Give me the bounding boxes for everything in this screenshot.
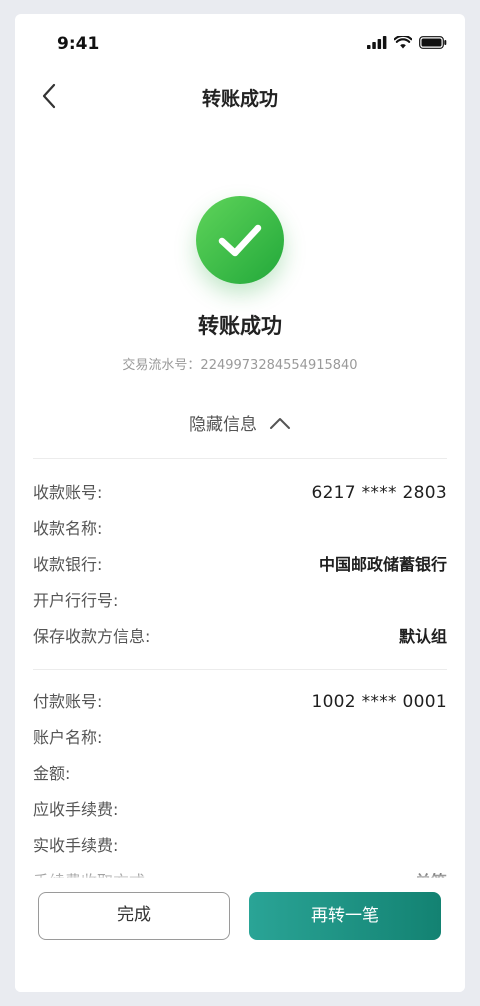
detail-row-fee-receivable: 应收手续费:	[33, 799, 447, 835]
divider	[33, 669, 447, 670]
transaction-number-row: 交易流水号：2249973284554915840	[15, 354, 465, 373]
transfer-again-button[interactable]: 再转一笔	[249, 892, 441, 940]
detail-key: 账户名称:	[33, 728, 103, 747]
nav-bar: 转账成功	[15, 74, 465, 118]
detail-value: 1002 **** 0001	[311, 692, 447, 712]
status-icons	[367, 36, 447, 49]
detail-row-amount: 金额:	[33, 763, 447, 799]
status-time: 9:41	[57, 34, 100, 54]
status-bar: 9:41	[15, 14, 465, 74]
detail-row-account-name: 账户名称:	[33, 727, 447, 763]
cellular-signal-icon	[367, 36, 387, 49]
success-title: 转账成功	[198, 314, 282, 338]
hide-info-label: 隐藏信息	[189, 415, 257, 435]
phone-screen: 9:41 转账成功 转账成功 交易流水号：2249973284554915840…	[15, 14, 465, 992]
detail-key: 开户行行号:	[33, 591, 119, 610]
detail-row-save-payee: 保存收款方信息: 默认组	[33, 626, 447, 662]
transaction-number-label: 交易流水号：	[122, 358, 201, 373]
detail-row-bank-code: 开户行行号:	[33, 590, 447, 626]
detail-value: 6217 **** 2803	[311, 483, 447, 503]
detail-row-payee-account: 收款账号: 6217 **** 2803	[33, 482, 447, 518]
detail-key: 付款账号:	[33, 692, 103, 711]
detail-key: 收款名称:	[33, 519, 103, 538]
detail-row-fee-received: 实收手续费:	[33, 835, 447, 871]
battery-icon	[419, 36, 447, 49]
detail-value: 默认组	[398, 627, 447, 646]
detail-row-payee-bank: 收款银行: 中国邮政储蓄银行	[33, 554, 447, 590]
chevron-up-icon	[270, 417, 290, 429]
divider	[33, 458, 447, 459]
done-button[interactable]: 完成	[38, 892, 230, 940]
detail-key: 实收手续费:	[33, 836, 119, 855]
wifi-icon	[394, 36, 412, 49]
detail-key: 保存收款方信息:	[33, 627, 151, 646]
success-check-icon	[196, 196, 284, 284]
detail-key: 收款账号:	[33, 483, 103, 502]
bottom-action-bar: 完成 再转一笔	[15, 878, 465, 992]
hide-info-toggle[interactable]: 隐藏信息	[15, 410, 465, 435]
detail-key: 收款银行:	[33, 555, 103, 574]
page-title: 转账成功	[201, 88, 278, 110]
detail-key: 金额:	[33, 764, 71, 783]
transaction-number-value: 2249973284554915840	[200, 358, 358, 373]
detail-row-payee-name: 收款名称:	[33, 518, 447, 554]
detail-row-payer-account: 付款账号: 1002 **** 0001	[33, 691, 447, 727]
detail-value: 中国邮政储蓄银行	[318, 555, 447, 574]
detail-key: 应收手续费:	[33, 800, 119, 819]
